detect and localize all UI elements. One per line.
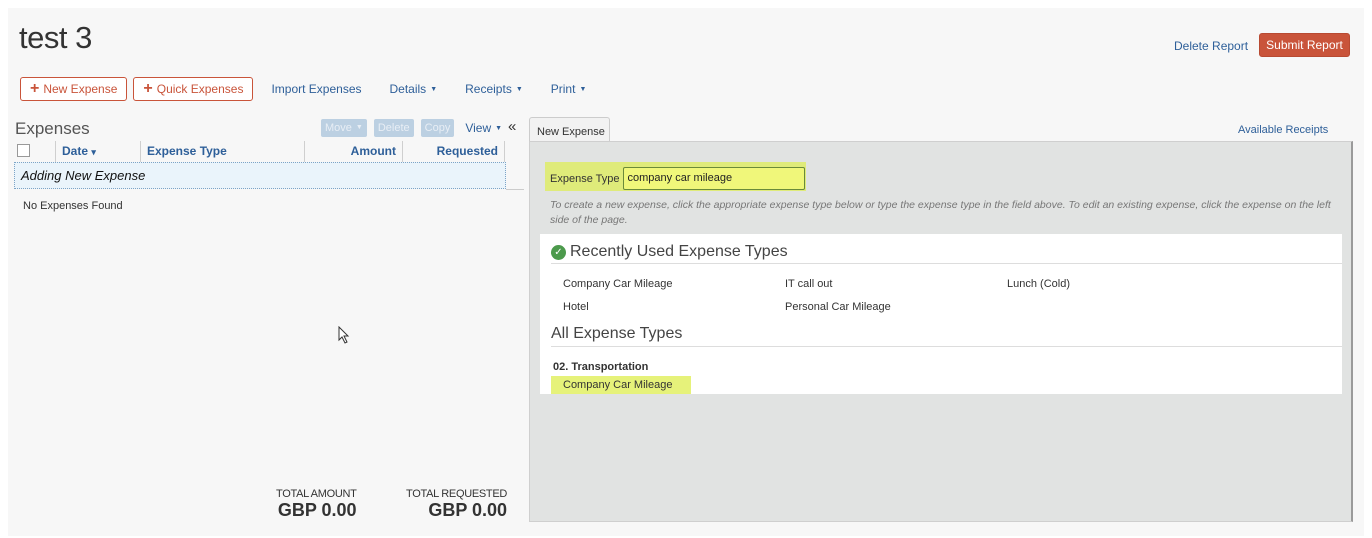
select-all-cell bbox=[15, 141, 56, 162]
adding-new-expense-row[interactable]: Adding New Expense bbox=[14, 162, 506, 189]
new-expense-label: New Expense bbox=[43, 82, 118, 96]
total-requested: TOTAL REQUESTED GBP 0.00 bbox=[406, 488, 507, 521]
tab-new-expense[interactable]: New Expense bbox=[529, 117, 610, 142]
caret-down-icon: ▼ bbox=[430, 86, 438, 94]
column-expense-type[interactable]: Expense Type bbox=[141, 141, 305, 162]
sort-caret-icon: ▾ bbox=[91, 147, 96, 157]
print-menu[interactable]: Print ▼ bbox=[551, 82, 587, 96]
collapse-panel-icon[interactable]: « bbox=[508, 118, 516, 135]
expense-type-input[interactable]: company car mileage bbox=[622, 167, 805, 190]
receipts-label: Receipts bbox=[465, 82, 512, 96]
new-expense-panel: Expense Type company car mileage To crea… bbox=[529, 141, 1353, 522]
total-requested-label: TOTAL REQUESTED bbox=[406, 488, 508, 500]
divider bbox=[551, 263, 1342, 264]
caret-down-icon: ▼ bbox=[515, 86, 523, 94]
delete-button[interactable]: Delete bbox=[373, 119, 414, 137]
recent-types-title: Recently Used Expense Types bbox=[570, 243, 788, 260]
available-receipts-link[interactable]: Available Receipts bbox=[1238, 124, 1328, 136]
column-requested[interactable]: Requested bbox=[403, 141, 505, 162]
recent-type-item[interactable]: Personal Car Mileage bbox=[785, 301, 891, 313]
total-amount-value: GBP 0.00 bbox=[277, 500, 357, 520]
caret-down-icon: ▼ bbox=[495, 125, 503, 133]
recent-type-item[interactable]: IT call out bbox=[785, 278, 833, 290]
divider bbox=[551, 346, 1342, 347]
details-label: Details bbox=[389, 82, 427, 96]
recent-type-item[interactable]: Lunch (Cold) bbox=[1007, 278, 1070, 290]
new-expense-button[interactable]: + New Expense bbox=[20, 77, 128, 101]
copy-button[interactable]: Copy bbox=[420, 119, 455, 137]
receipts-menu[interactable]: Receipts ▼ bbox=[465, 82, 523, 96]
instruction-text: To create a new expense, click the appro… bbox=[550, 199, 1331, 226]
select-all-checkbox[interactable] bbox=[17, 144, 30, 157]
column-amount[interactable]: Amount bbox=[305, 141, 403, 162]
quick-expenses-button[interactable]: + Quick Expenses bbox=[133, 77, 254, 101]
plus-icon: + bbox=[143, 80, 153, 97]
total-amount-label: TOTAL AMOUNT bbox=[276, 488, 357, 500]
report-title: test 3 bbox=[19, 20, 92, 55]
expenses-actions: Move ▼ Delete Copy View ▼ bbox=[321, 119, 502, 137]
expense-type-label: Expense Type bbox=[550, 172, 620, 185]
move-button[interactable]: Move ▼ bbox=[321, 119, 367, 137]
expenses-heading: Expenses bbox=[15, 119, 90, 138]
column-date-label: Date bbox=[62, 144, 89, 158]
total-requested-value: GBP 0.00 bbox=[428, 500, 508, 520]
move-label: Move bbox=[325, 122, 352, 134]
mouse-cursor-icon bbox=[338, 326, 350, 344]
caret-down-icon: ▼ bbox=[579, 86, 587, 94]
recent-type-item[interactable]: Hotel bbox=[563, 301, 589, 313]
expenses-grid-header: Date ▾ Expense Type Amount Requested bbox=[15, 141, 505, 162]
empty-message: No Expenses Found bbox=[23, 200, 123, 212]
details-menu[interactable]: Details ▼ bbox=[390, 82, 438, 96]
view-label: View bbox=[465, 121, 492, 135]
quick-expenses-label: Quick Expenses bbox=[156, 82, 244, 96]
divider bbox=[506, 189, 524, 190]
column-date[interactable]: Date ▾ bbox=[56, 141, 141, 162]
category-type-item[interactable]: Company Car Mileage bbox=[551, 376, 691, 394]
recent-type-item[interactable]: Company Car Mileage bbox=[563, 278, 672, 290]
page: test 3 Delete Report Submit Report + New… bbox=[8, 8, 1364, 536]
expense-types-box: ✓ Recently Used Expense Types Company Car… bbox=[540, 234, 1342, 394]
check-circle-icon: ✓ bbox=[551, 245, 566, 260]
all-types-heading: All Expense Types bbox=[551, 325, 683, 342]
caret-down-icon: ▼ bbox=[355, 124, 363, 132]
category-heading: 02. Transportation bbox=[553, 361, 649, 373]
print-label: Print bbox=[550, 82, 576, 96]
delete-report-link[interactable]: Delete Report bbox=[1174, 39, 1248, 53]
total-amount: TOTAL AMOUNT GBP 0.00 bbox=[276, 488, 357, 521]
expense-type-field: Expense Type company car mileage bbox=[545, 162, 806, 191]
plus-icon: + bbox=[30, 80, 40, 97]
recent-types-heading: ✓ Recently Used Expense Types bbox=[551, 243, 788, 261]
toolbar: + New Expense + Quick Expenses Import Ex… bbox=[20, 77, 602, 101]
submit-report-button[interactable]: Submit Report bbox=[1259, 33, 1350, 57]
view-menu[interactable]: View ▼ bbox=[465, 121, 502, 135]
import-expenses-link[interactable]: Import Expenses bbox=[271, 82, 361, 96]
